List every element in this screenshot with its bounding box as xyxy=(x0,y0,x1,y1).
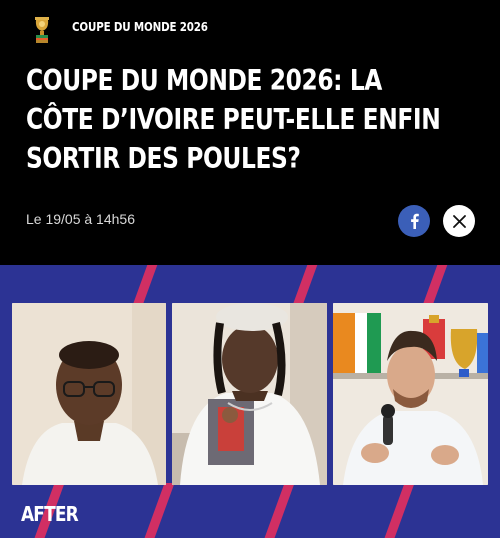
video-panel-host xyxy=(333,303,488,485)
title-line: SORTIR DES POULES? xyxy=(26,142,301,175)
article-title: COUPE DU MONDE 2026: LA CÔTE D’IVOIRE PE… xyxy=(26,61,452,178)
title-line: COUPE DU MONDE 2026: LA xyxy=(26,64,382,97)
guest-left-image xyxy=(12,303,166,485)
video-panel-guest-center xyxy=(172,303,327,485)
facebook-icon xyxy=(411,213,419,229)
trophy-icon[interactable] xyxy=(33,17,51,43)
x-share-button[interactable] xyxy=(443,205,475,237)
facebook-share-button[interactable] xyxy=(398,205,430,237)
x-icon xyxy=(452,214,466,228)
category-label[interactable]: COUPE DU MONDE 2026 xyxy=(72,20,208,34)
host-image xyxy=(333,303,488,485)
title-line: CÔTE D’IVOIRE PEUT-ELLE ENFIN xyxy=(26,103,441,136)
show-logo: AFTER xyxy=(21,502,79,526)
video-player[interactable]: AFTER xyxy=(0,265,500,538)
decorative-stripe xyxy=(135,483,175,538)
video-panel-guest-left xyxy=(12,303,166,485)
decorative-stripe xyxy=(255,483,295,538)
top-bar: COUPE DU MONDE 2026 xyxy=(0,0,500,58)
decorative-stripe xyxy=(375,483,415,538)
publish-date: Le 19/05 à 14h56 xyxy=(26,211,135,227)
guest-center-image xyxy=(172,303,327,485)
